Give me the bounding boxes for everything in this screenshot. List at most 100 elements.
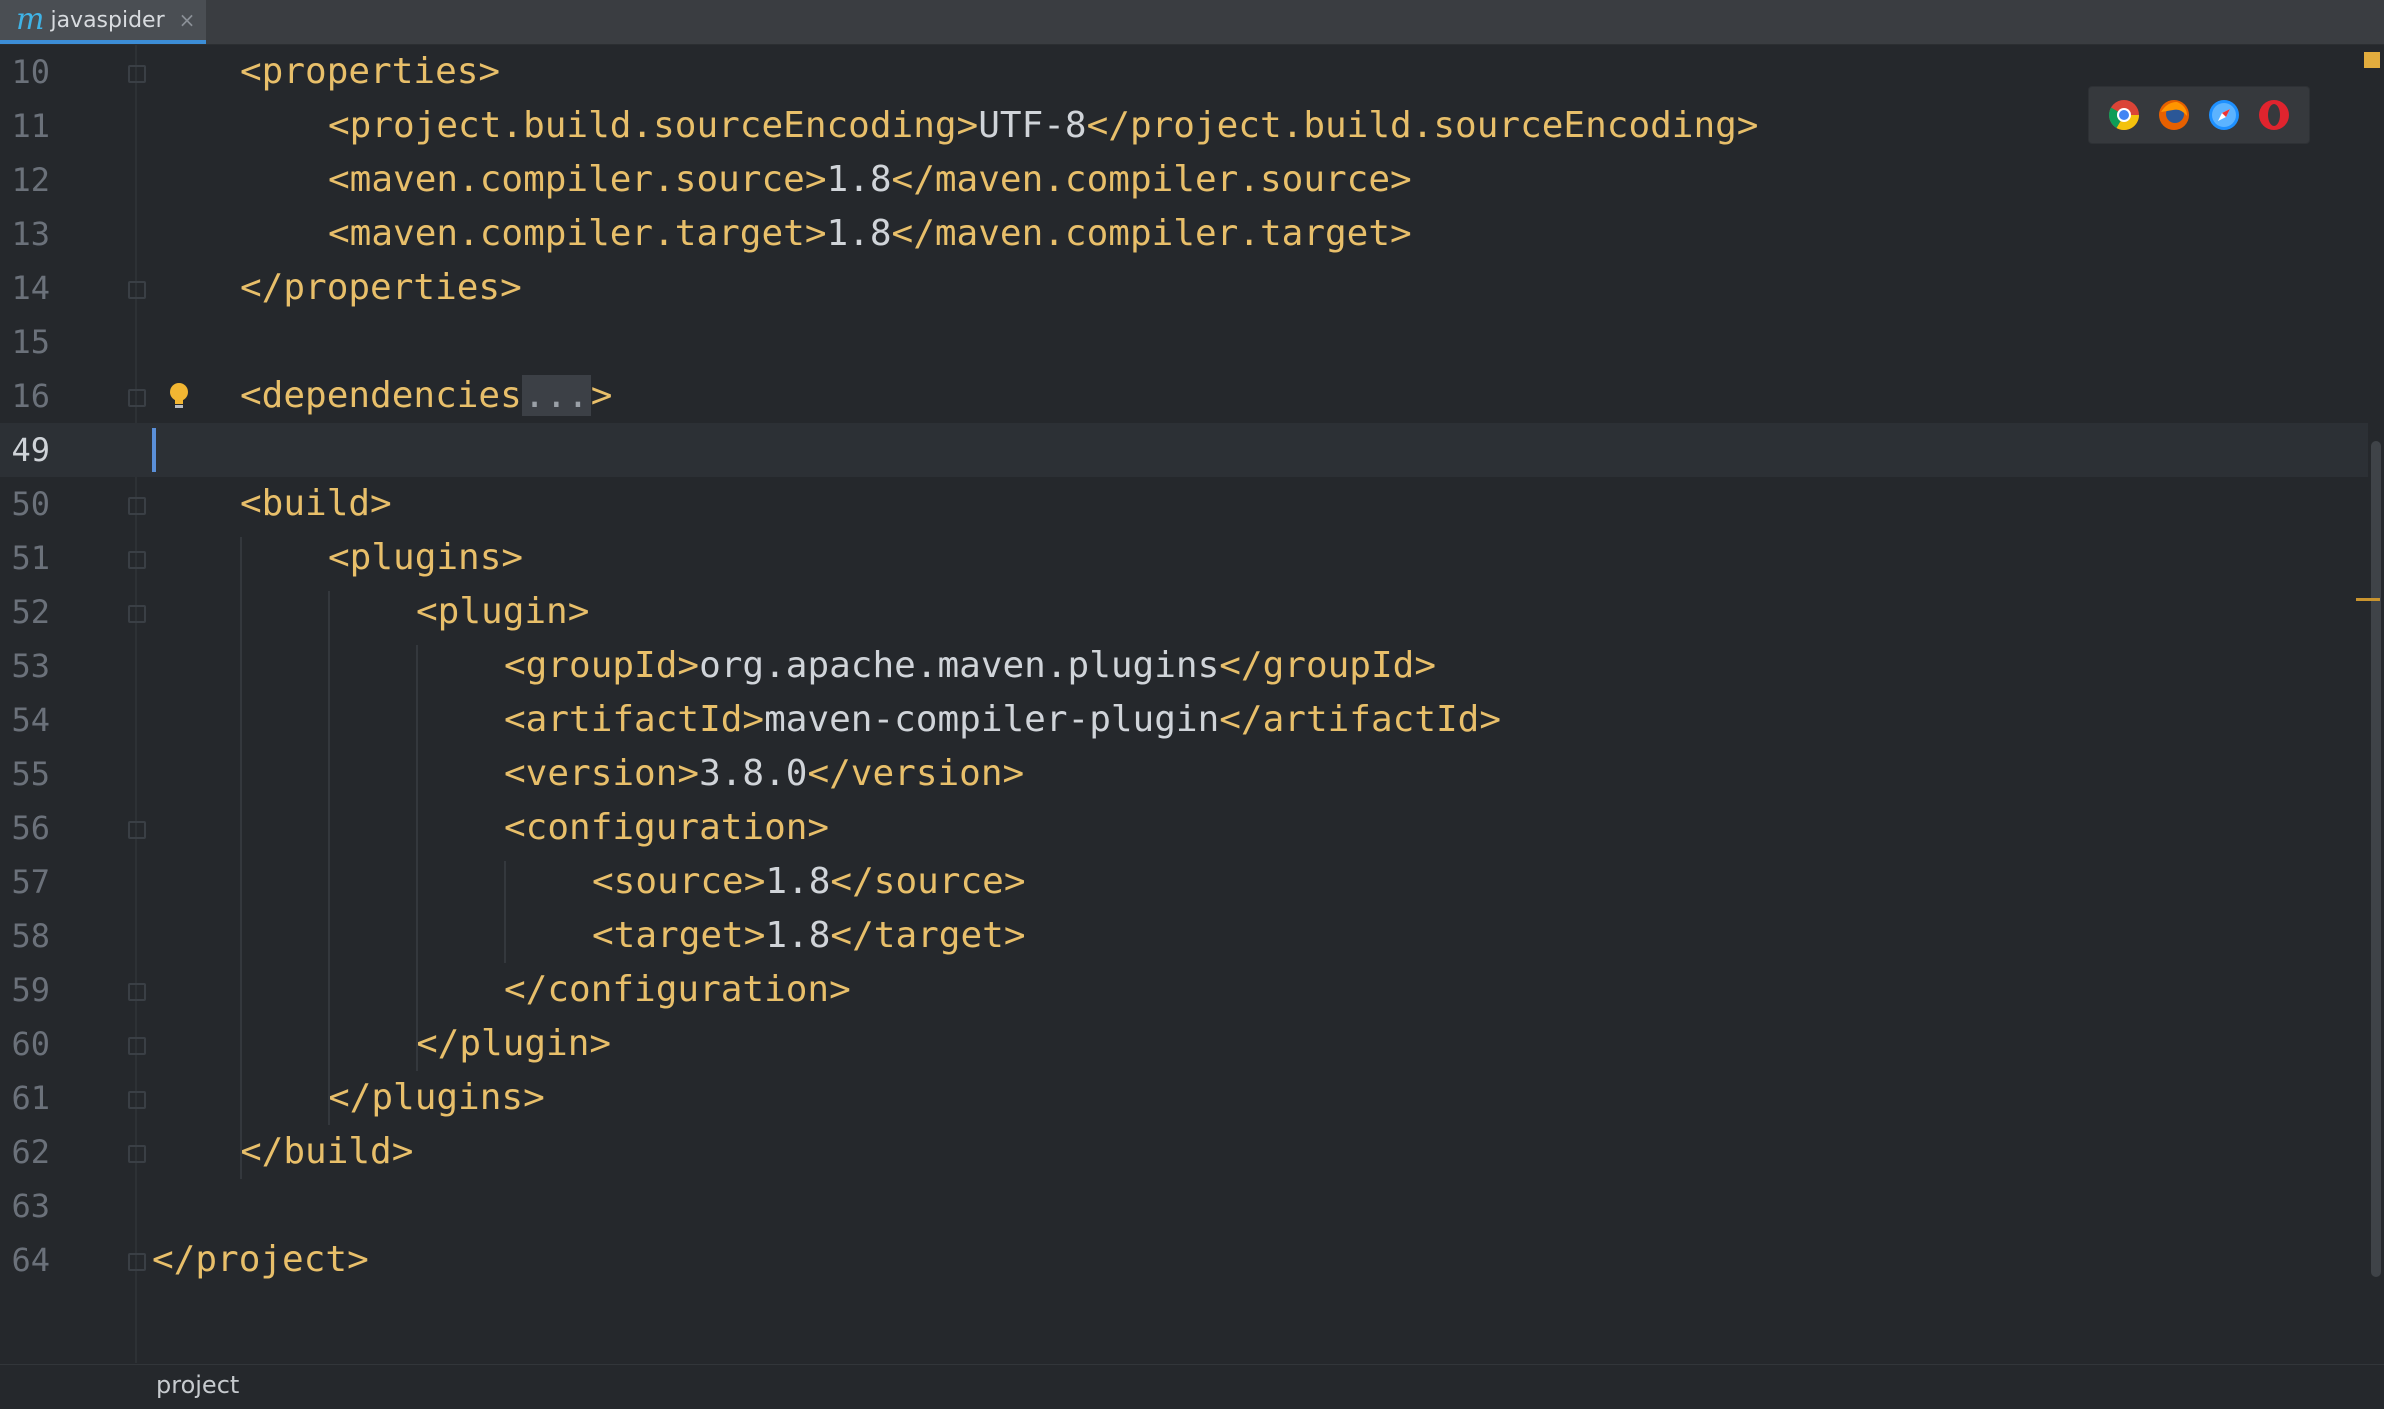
- safari-icon[interactable]: [2207, 98, 2241, 132]
- vertical-scrollbar[interactable]: [2368, 45, 2384, 1363]
- xml-tag: <source>: [592, 861, 766, 902]
- line-number: 10: [11, 53, 50, 91]
- xml-tag: </version>: [807, 753, 1025, 794]
- code-editor[interactable]: 10 <properties> 11 <project.build.sourceEnc…: [0, 45, 2384, 1363]
- folded-region[interactable]: ...: [521, 375, 591, 416]
- code-content: <dependencies...>: [240, 369, 612, 423]
- code-line[interactable]: 63: [0, 1179, 2368, 1233]
- code-line[interactable]: 54 <artifactId>maven-compiler-plugin</art…: [0, 693, 2368, 747]
- xml-tag: </maven.compiler.source>: [891, 159, 1412, 200]
- line-number: 50: [11, 485, 50, 523]
- code-line[interactable]: 55 <version>3.8.0</version>: [0, 747, 2368, 801]
- code-line[interactable]: 58 <target>1.8</target>: [0, 909, 2368, 963]
- fold-toggle-icon[interactable]: [128, 821, 146, 839]
- code-line[interactable]: 60 </plugin>: [0, 1017, 2368, 1071]
- fold-toggle-icon[interactable]: [128, 65, 146, 83]
- code-content: <build>: [240, 477, 392, 531]
- fold-toggle-icon[interactable]: [128, 389, 146, 407]
- line-number: 14: [11, 269, 50, 307]
- xml-tag: </source>: [830, 861, 1026, 902]
- line-number: 13: [11, 215, 50, 253]
- code-line[interactable]: 52 <plugin>: [0, 585, 2368, 639]
- close-icon[interactable]: ×: [179, 8, 196, 32]
- fold-toggle-icon[interactable]: [128, 1091, 146, 1109]
- xml-tag: </project>: [152, 1239, 369, 1280]
- fold-toggle-icon[interactable]: [128, 551, 146, 569]
- code-content: </properties>: [240, 261, 522, 315]
- line-number: 51: [11, 539, 50, 577]
- xml-tag: <plugin>: [416, 591, 590, 632]
- xml-tag: </maven.compiler.target>: [891, 213, 1412, 254]
- breadcrumb-item-project[interactable]: project: [156, 1371, 239, 1399]
- xml-tag: <dependencies: [240, 375, 522, 416]
- code-content: <project.build.sourceEncoding>UTF-8</pro…: [328, 99, 1758, 153]
- xml-tag: </groupId>: [1219, 645, 1436, 686]
- code-content: <groupId>org.apache.maven.plugins</group…: [504, 639, 1436, 693]
- code-line[interactable]: 15: [0, 315, 2368, 369]
- fold-toggle-icon[interactable]: [128, 1253, 146, 1271]
- xml-text: 3.8.0: [699, 753, 808, 794]
- xml-tag: <build>: [240, 483, 392, 524]
- code-line[interactable]: 10 <properties>: [0, 45, 2368, 99]
- code-line[interactable]: 16 <dependencies...>: [0, 369, 2368, 423]
- code-line[interactable]: 61 </plugins>: [0, 1071, 2368, 1125]
- browser-preview-toolbar: [2088, 86, 2310, 144]
- inspection-status-marker[interactable]: [2364, 52, 2380, 68]
- scrollbar-thumb[interactable]: [2371, 441, 2381, 1277]
- fold-toggle-icon[interactable]: [128, 281, 146, 299]
- chrome-icon[interactable]: [2107, 98, 2141, 132]
- firefox-icon[interactable]: [2157, 98, 2191, 132]
- code-line[interactable]: 51 <plugins>: [0, 531, 2368, 585]
- line-number: 53: [11, 647, 50, 685]
- code-content: </project>: [152, 1233, 369, 1287]
- text-caret: [152, 428, 156, 472]
- code-line[interactable]: 49: [0, 423, 2368, 477]
- xml-tag: </build>: [240, 1131, 414, 1172]
- xml-text: 1.8: [826, 159, 892, 200]
- indent-guide: [328, 591, 330, 1125]
- tab-javaspider[interactable]: m javaspider ×: [0, 0, 206, 44]
- line-number: 64: [11, 1241, 50, 1279]
- code-line[interactable]: 12 <maven.compiler.source>1.8</maven.comp…: [0, 153, 2368, 207]
- code-content: <artifactId>maven-compiler-plugin</artif…: [504, 693, 1501, 747]
- warning-stripe-marker[interactable]: [2356, 598, 2380, 601]
- code-line[interactable]: 11 <project.build.sourceEncoding>UTF-8</p…: [0, 99, 2368, 153]
- code-line[interactable]: 59 </configuration>: [0, 963, 2368, 1017]
- xml-tag: </configuration>: [504, 969, 851, 1010]
- code-line[interactable]: 56 <configuration>: [0, 801, 2368, 855]
- lightbulb-icon[interactable]: [168, 381, 190, 411]
- xml-text: UTF-8: [978, 105, 1087, 146]
- opera-icon[interactable]: [2257, 98, 2291, 132]
- xml-text: 1.8: [765, 915, 831, 956]
- code-content: <version>3.8.0</version>: [504, 747, 1024, 801]
- code-line[interactable]: 13 <maven.compiler.target>1.8</maven.comp…: [0, 207, 2368, 261]
- line-number: 15: [11, 323, 50, 361]
- code-line[interactable]: 57 <source>1.8</source>: [0, 855, 2368, 909]
- code-line[interactable]: 50 <build>: [0, 477, 2368, 531]
- line-number: 63: [11, 1187, 50, 1225]
- line-number: 56: [11, 809, 50, 847]
- xml-tag: </project.build.sourceEncoding>: [1086, 105, 1759, 146]
- xml-tag: <plugins>: [328, 537, 524, 578]
- indent-guide: [504, 861, 506, 963]
- code-content: <target>1.8</target>: [592, 909, 1026, 963]
- code-content: <plugin>: [416, 585, 589, 639]
- indent-guide: [240, 537, 242, 1179]
- xml-tag: <groupId>: [504, 645, 700, 686]
- fold-toggle-icon[interactable]: [128, 497, 146, 515]
- fold-toggle-icon[interactable]: [128, 1145, 146, 1163]
- code-line[interactable]: 53 <groupId>org.apache.maven.plugins</gro…: [0, 639, 2368, 693]
- fold-toggle-icon[interactable]: [128, 605, 146, 623]
- code-line[interactable]: 14 </properties>: [0, 261, 2368, 315]
- fold-toggle-icon[interactable]: [128, 983, 146, 1001]
- code-content: </plugin>: [416, 1017, 611, 1071]
- code-line[interactable]: 62 </build>: [0, 1125, 2368, 1179]
- code-line[interactable]: 64 </project>: [0, 1233, 2368, 1287]
- fold-toggle-icon[interactable]: [128, 1037, 146, 1055]
- code-content: </build>: [240, 1125, 413, 1179]
- xml-tag: <artifactId>: [504, 699, 765, 740]
- xml-tag: >: [590, 375, 613, 416]
- line-number: 16: [11, 377, 50, 415]
- xml-tag: </plugins>: [328, 1077, 545, 1118]
- xml-tag: <maven.compiler.target>: [328, 213, 827, 254]
